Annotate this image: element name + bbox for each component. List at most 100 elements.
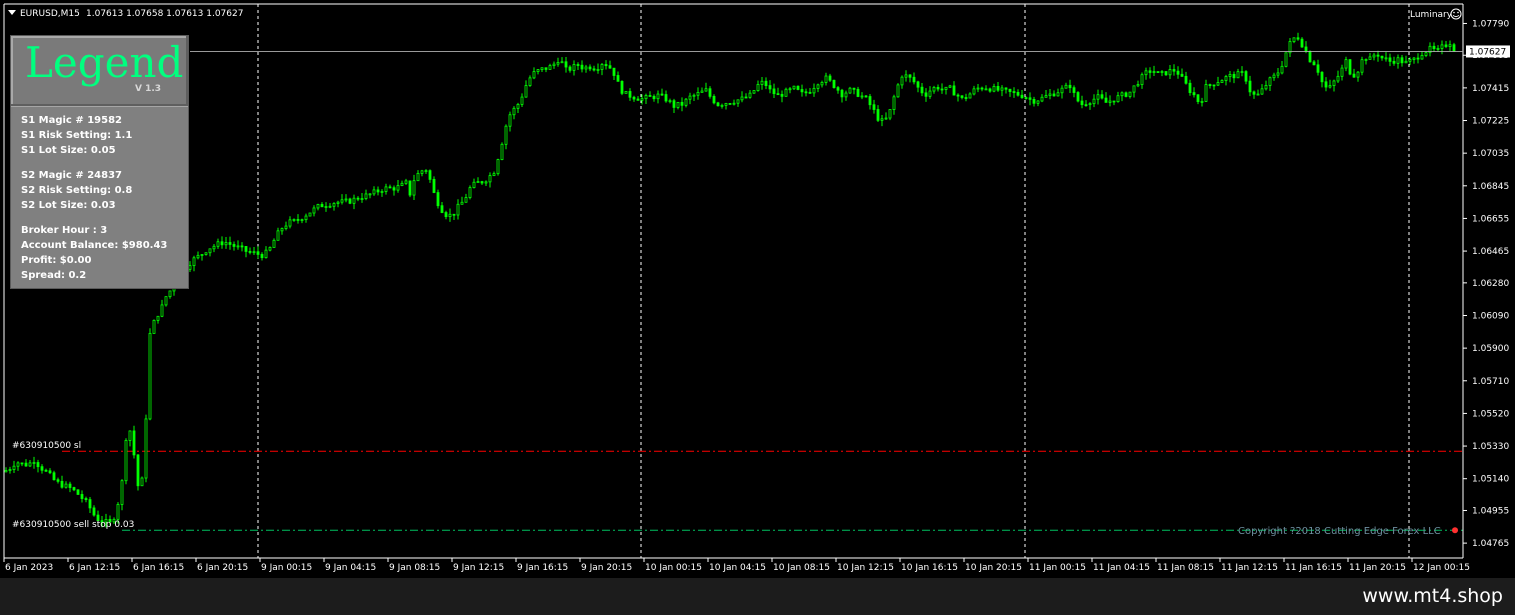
candle-body xyxy=(688,95,692,100)
price-tick-label: 1.05710 xyxy=(1472,377,1509,387)
candle-body xyxy=(404,180,408,184)
candle-body xyxy=(1284,52,1288,67)
candle-body xyxy=(1020,94,1024,98)
s1-lot-size: S1 Lot Size: 0.05 xyxy=(21,145,116,156)
candle-body xyxy=(24,462,28,467)
candle-body xyxy=(60,480,64,488)
candle-body xyxy=(1348,59,1352,75)
candle-body xyxy=(88,499,92,509)
candle-body xyxy=(344,198,348,201)
candle-body xyxy=(1104,97,1108,103)
candle-body xyxy=(608,65,612,69)
candle-body xyxy=(952,85,956,96)
candle-body xyxy=(304,215,308,221)
candle-body xyxy=(1056,92,1060,97)
candle-body xyxy=(272,239,276,248)
candle-body xyxy=(748,92,752,98)
candle-body xyxy=(992,86,996,92)
candle-body xyxy=(204,252,208,255)
candle-body xyxy=(1148,70,1152,73)
candle-body xyxy=(1156,71,1160,73)
candle-body xyxy=(1076,92,1080,102)
candle-body xyxy=(1372,54,1376,58)
candle-body xyxy=(1440,44,1444,49)
candle-body xyxy=(736,99,740,104)
candle-body xyxy=(56,479,60,482)
time-tick-label: 10 Jan 20:15 xyxy=(965,563,1022,573)
candle-body xyxy=(948,85,952,88)
candle-body xyxy=(640,98,644,101)
candle-body xyxy=(220,241,224,246)
candle-body xyxy=(240,245,244,248)
candle-body xyxy=(612,67,616,76)
candle-body xyxy=(1416,57,1420,60)
candle-body xyxy=(1024,97,1028,99)
candle-body xyxy=(1188,82,1192,93)
candle-body xyxy=(1200,101,1204,103)
candle-body xyxy=(1180,73,1184,77)
candle-body xyxy=(636,98,640,101)
candle-body xyxy=(584,66,588,70)
candle-body xyxy=(708,88,712,97)
candle-body xyxy=(788,88,792,91)
candle-body xyxy=(712,95,716,104)
sl-order-label: #630910500 sl xyxy=(12,441,81,451)
candle-body xyxy=(692,94,696,97)
time-tick-label: 9 Jan 20:15 xyxy=(581,563,632,573)
time-tick-label: 9 Jan 04:15 xyxy=(325,563,376,573)
candle-body xyxy=(1224,76,1228,81)
price-chart[interactable]: 1.077901.076051.074151.072251.070351.068… xyxy=(0,0,1515,578)
candle-body xyxy=(1036,100,1040,104)
order-arrow-icon xyxy=(1452,527,1458,534)
candle-body xyxy=(1352,73,1356,78)
candle-body xyxy=(756,84,760,91)
candle-body xyxy=(72,487,76,491)
sell-stop-order-label: #630910500 sell stop 0.03 xyxy=(12,520,134,530)
candle-body xyxy=(1268,77,1272,86)
candle-body xyxy=(456,203,460,216)
time-tick-label: 6 Jan 20:15 xyxy=(197,563,248,573)
candle-body xyxy=(1140,74,1144,85)
candle-body xyxy=(660,93,664,96)
time-tick-label: 12 Jan 00:15 xyxy=(1413,563,1470,573)
candle-body xyxy=(1328,85,1332,88)
candle-body xyxy=(996,86,1000,91)
candle-body xyxy=(1220,80,1224,83)
candle-body xyxy=(8,469,12,471)
candle-body xyxy=(372,189,376,195)
candle-body xyxy=(664,94,668,102)
broker-hour: Broker Hour : 3 xyxy=(21,225,108,236)
candle-body xyxy=(44,469,48,472)
candle-body xyxy=(1256,93,1260,96)
candle-body xyxy=(84,498,88,500)
candle-body xyxy=(812,87,816,94)
candle-body xyxy=(928,90,932,97)
legend-panel: Legend V 1.3 S1 Magic # 19582 S1 Risk Se… xyxy=(10,35,189,289)
candle-body xyxy=(1344,59,1348,69)
candle-body xyxy=(1360,59,1364,73)
candle-body xyxy=(476,181,480,183)
candle-body xyxy=(776,93,780,96)
candle-body xyxy=(484,181,488,184)
candle-body xyxy=(1116,95,1120,103)
candle-body xyxy=(1408,59,1412,62)
candle-body xyxy=(284,225,288,229)
candle-body xyxy=(400,182,404,186)
candle-body xyxy=(448,213,452,218)
candle-body xyxy=(1004,87,1008,90)
candle-body xyxy=(224,242,228,246)
candle-body xyxy=(504,125,508,145)
candle-body xyxy=(196,254,200,259)
candle-body xyxy=(468,187,472,198)
candle-body xyxy=(1240,71,1244,73)
candle-body xyxy=(1264,85,1268,90)
candle-body xyxy=(1368,56,1372,60)
candle-body xyxy=(292,219,296,221)
candle-body xyxy=(1304,46,1308,52)
candle-body xyxy=(580,64,584,70)
candle-body xyxy=(264,249,268,259)
candle-body xyxy=(464,197,468,203)
candle-body xyxy=(1276,72,1280,76)
price-tick-label: 1.05900 xyxy=(1472,344,1509,354)
candle-body xyxy=(672,100,676,108)
